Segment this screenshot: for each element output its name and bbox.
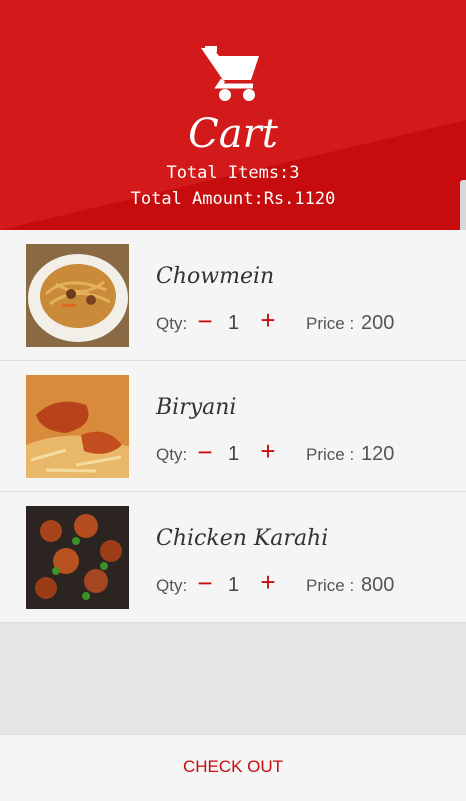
qty-value: 1 [228, 312, 240, 334]
qty-value: 1 [228, 443, 240, 465]
cart-item-biryani: Biryani Qty: − 1 + Price : 120 [0, 361, 466, 492]
price-label: Price : [306, 576, 355, 595]
qty-label: Qty: [156, 314, 188, 333]
item-name: Chicken Karahi [156, 526, 329, 551]
cart-header: Cart Total Items:3 Total Amount:Rs.1120 [0, 0, 466, 230]
increase-qty-button[interactable]: + [256, 567, 280, 597]
chowmein-image [26, 244, 129, 347]
biryani-image [26, 375, 129, 478]
chicken-karahi-image [26, 506, 129, 609]
price-value: 800 [361, 574, 395, 596]
total-amount: Total Amount:Rs.1120 [130, 189, 336, 209]
cart-item-chowmein: Chowmein Qty: − 1 + Price : 200 [0, 230, 466, 361]
footer-bar: CHECK OUT [0, 734, 466, 801]
item-name: Chowmein [156, 264, 275, 289]
increase-qty-button[interactable]: + [256, 436, 280, 466]
decrease-qty-button[interactable]: − [193, 437, 217, 467]
cart-list: Chowmein Qty: − 1 + Price : 200 Biryani … [0, 230, 466, 623]
page-title: Cart [188, 111, 278, 157]
price-label: Price : [306, 445, 355, 464]
qty-value: 1 [228, 574, 240, 596]
checkout-button[interactable]: CHECK OUT [133, 747, 333, 787]
price-label: Price : [306, 314, 355, 333]
cart-item-chicken-karahi: Chicken Karahi Qty: − 1 + Price : 800 [0, 492, 466, 623]
decrease-qty-button[interactable]: − [193, 568, 217, 598]
increase-qty-button[interactable]: + [256, 305, 280, 335]
cart-icon [199, 44, 263, 102]
price-value: 200 [361, 312, 395, 334]
total-items: Total Items:3 [166, 163, 300, 183]
decrease-qty-button[interactable]: − [193, 306, 217, 336]
qty-label: Qty: [156, 576, 188, 595]
qty-label: Qty: [156, 445, 188, 464]
item-name: Biryani [156, 395, 237, 420]
price-value: 120 [361, 443, 395, 465]
